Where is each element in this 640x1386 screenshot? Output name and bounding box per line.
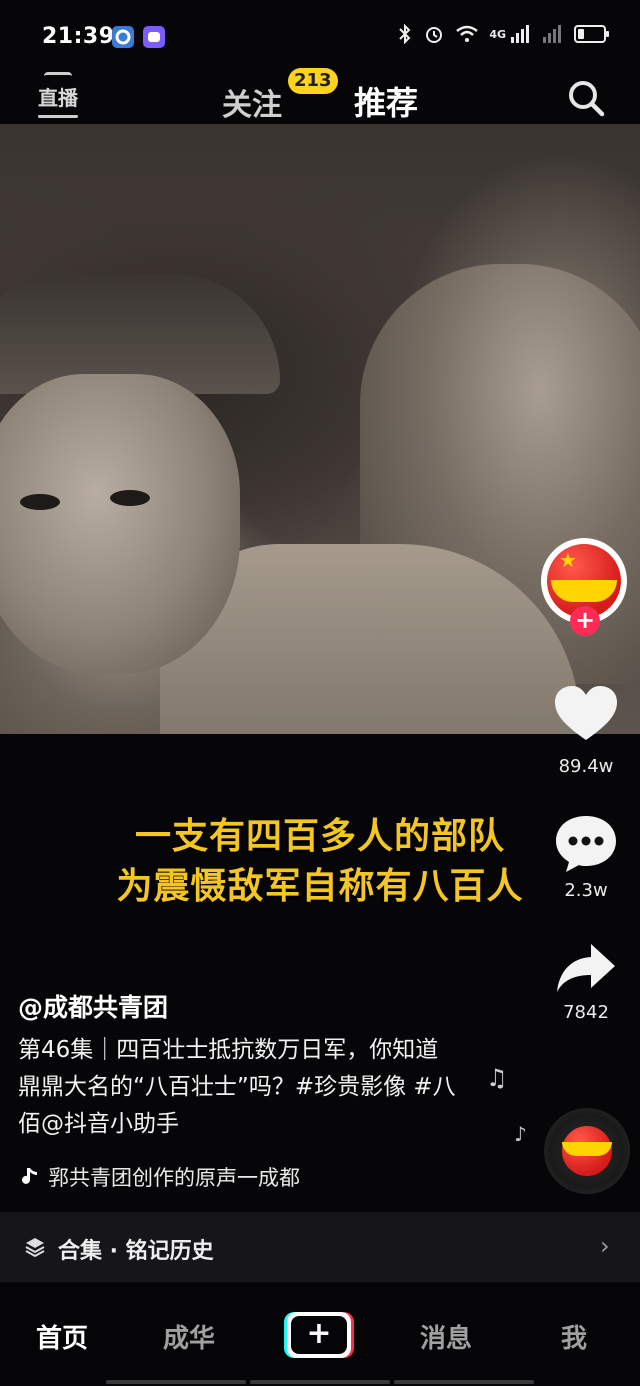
search-icon (569, 81, 605, 117)
layers-icon (24, 1236, 46, 1258)
alarm-icon (426, 27, 443, 43)
notification-app-icon (112, 26, 134, 48)
collection-label: 合集 · 铭记历史 (58, 1239, 214, 1264)
heart-icon (555, 686, 617, 740)
home-indicator-segment (394, 1380, 534, 1384)
signal-icon-secondary (543, 25, 561, 43)
tab-messages[interactable]: 消息 (420, 1318, 472, 1355)
author-name[interactable]: @成都共青团 (18, 988, 168, 1024)
music-title: 郛共青团创作的原声一成都 (48, 1166, 300, 1190)
share-button[interactable] (548, 940, 624, 1000)
wifi-icon (456, 25, 479, 42)
chevron-right-icon: › (600, 1232, 610, 1260)
video-description[interactable]: 第46集｜四百壮士抵抗数万日军，你知道鼎鼎大名的“八百壮士”吗？#珍贵影像 #八… (18, 1032, 458, 1143)
music-info[interactable]: 郛共青团创作的原声一成都 (18, 1162, 300, 1192)
music-disc-button[interactable] (544, 1108, 630, 1194)
tab-follow[interactable]: 关注 (222, 80, 282, 124)
tab-home[interactable]: 首页 (36, 1318, 88, 1355)
live-label: 直播 (38, 86, 78, 110)
follow-count-badge: 213 (288, 68, 338, 94)
home-indicator-segment (106, 1380, 246, 1384)
like-button[interactable] (548, 684, 624, 748)
comment-button[interactable] (548, 812, 624, 878)
share-icon (557, 944, 615, 992)
music-note-icon (22, 1168, 37, 1184)
status-icons: 4G (397, 24, 609, 44)
tab-me[interactable]: 我 (561, 1318, 587, 1355)
create-video-button[interactable]: + (284, 1312, 354, 1358)
follow-plus-button[interactable]: + (570, 606, 600, 636)
caption-line-1: 一支有四百多人的部队 (134, 816, 505, 857)
video-figure-face (0, 374, 240, 674)
notification-app-icon (143, 26, 165, 48)
tab-recommend[interactable]: 推荐 (354, 78, 418, 124)
signal-icon (511, 25, 529, 43)
share-count: 7842 (563, 1002, 609, 1023)
video-player[interactable] (0, 124, 640, 734)
comment-count: 2.3w (564, 880, 608, 901)
home-indicator-segment (250, 1380, 390, 1384)
status-time: 21:39 (42, 24, 115, 49)
bluetooth-icon (399, 24, 411, 44)
battery-icon (574, 25, 609, 43)
comment-icon (556, 816, 616, 872)
live-button[interactable]: 直播 (38, 72, 78, 118)
floating-music-note-icon: ♫ (486, 1064, 508, 1092)
plus-icon: + (291, 1316, 347, 1354)
like-count: 89.4w (558, 756, 614, 777)
floating-music-note-icon: ♪ (514, 1122, 527, 1146)
search-button[interactable] (566, 78, 606, 118)
network-type: 4G (489, 27, 506, 41)
tab-chenghua[interactable]: 成华 (163, 1318, 215, 1355)
